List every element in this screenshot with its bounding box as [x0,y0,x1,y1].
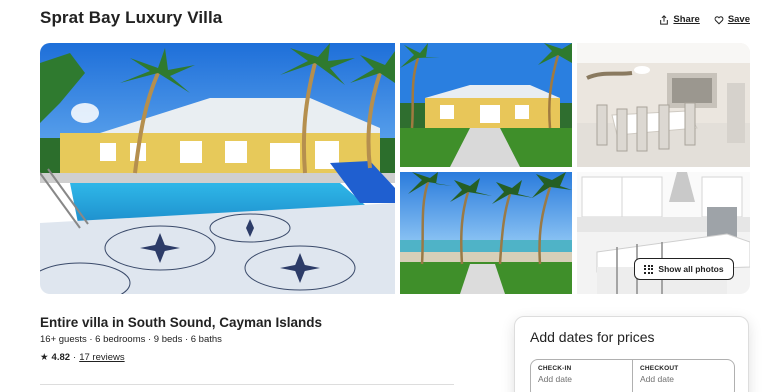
checkout-field[interactable]: CHECKOUT Add date [632,360,734,392]
date-picker: CHECK-IN Add date CHECKOUT Add date [530,359,735,392]
checkin-value: Add date [538,374,573,384]
share-label: Share [673,14,700,25]
listing-subtitle: Entire villa in South Sound, Cayman Isla… [40,315,323,330]
save-button[interactable]: Save [714,14,750,25]
show-all-photos-button[interactable]: Show all photos [634,258,734,280]
checkin-label: CHECK-IN [538,365,572,372]
listing-title: Sprat Bay Luxury Villa [40,8,223,27]
listing-details: 16+ guests · 6 bedrooms · 9 beds · 6 bat… [40,334,222,345]
photo-dining-room[interactable] [577,43,750,167]
show-all-photos-label: Show all photos [658,264,724,274]
rating-score: 4.82 [51,352,71,363]
checkout-label: CHECKOUT [640,365,679,372]
rating-row: ★ 4.82 · 17 reviews [40,352,125,363]
listing-actions: Share Save [659,14,750,25]
share-icon [660,14,669,25]
booking-card: Add dates for prices CHECK-IN Add date C… [514,316,749,392]
reviews-link[interactable]: 17 reviews [79,352,124,363]
heart-icon [714,15,724,24]
photo-beach-palms[interactable] [400,172,572,294]
photo-gallery [40,43,750,294]
star-icon: ★ [40,352,49,363]
save-label: Save [727,14,750,25]
share-button[interactable]: Share [659,14,700,25]
booking-title: Add dates for prices [530,329,655,345]
checkout-value: Add date [640,374,675,384]
grid-icon [644,264,654,274]
rating-separator: · [73,352,77,363]
checkin-field[interactable]: CHECK-IN Add date [531,360,632,392]
photo-villa-pool[interactable] [40,43,395,294]
photo-villa-exterior[interactable] [400,43,572,167]
section-divider [40,384,454,385]
